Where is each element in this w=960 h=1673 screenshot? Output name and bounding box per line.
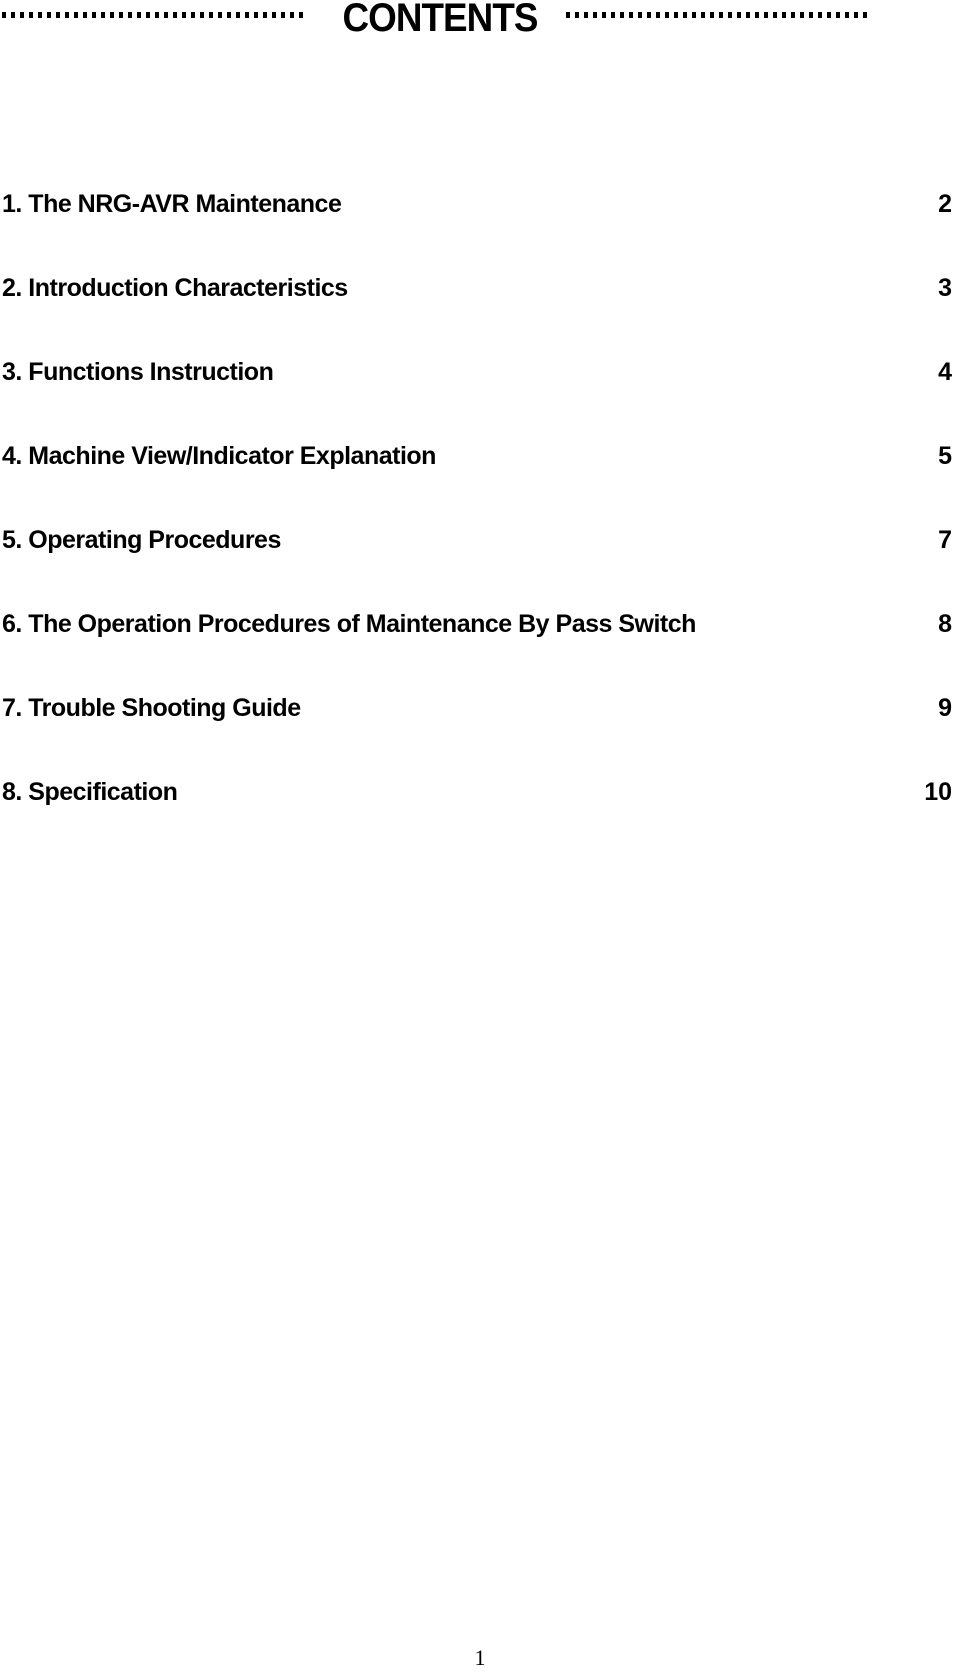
toc-entry-page: 2 [938, 190, 952, 218]
toc-entry[interactable]: 6. The Operation Procedures of Maintenan… [0, 610, 960, 694]
table-of-contents: 1. The NRG-AVR Maintenance 2 2. Introduc… [0, 190, 960, 862]
toc-entry-label: 2. Introduction Characteristics [2, 274, 348, 302]
toc-entry-label: 7. Trouble Shooting Guide [2, 694, 301, 722]
toc-entry[interactable]: 2. Introduction Characteristics 3 [0, 274, 960, 358]
toc-entry-page: 4 [938, 358, 952, 386]
toc-entry-label: 6. The Operation Procedures of Maintenan… [2, 610, 696, 638]
toc-entry-page: 7 [938, 526, 952, 554]
toc-entry[interactable]: 8. Specification 10 [0, 778, 960, 862]
toc-entry-label: 4. Machine View/Indicator Explanation [2, 442, 436, 470]
toc-entry-label: 1. The NRG-AVR Maintenance [2, 190, 342, 218]
toc-entry-page: 10 [924, 778, 952, 806]
toc-entry[interactable]: 5. Operating Procedures 7 [0, 526, 960, 610]
contents-header: CONTENTS [0, 0, 960, 50]
toc-entry[interactable]: 1. The NRG-AVR Maintenance 2 [0, 190, 960, 274]
toc-entry-page: 8 [938, 610, 952, 638]
toc-entry[interactable]: 7. Trouble Shooting Guide 9 [0, 694, 960, 778]
toc-entry-page: 9 [938, 694, 952, 722]
toc-entry-page: 5 [938, 442, 952, 470]
toc-entry-page: 3 [938, 274, 952, 302]
toc-entry-label: 8. Specification [2, 778, 178, 806]
dotted-leader-right [566, 12, 871, 18]
toc-entry[interactable]: 4. Machine View/Indicator Explanation 5 [0, 442, 960, 526]
footer-page-number: 1 [474, 1645, 486, 1670]
toc-entry-label: 3. Functions Instruction [2, 358, 274, 386]
page-title: CONTENTS [342, 0, 538, 40]
toc-entry-label: 5. Operating Procedures [2, 526, 281, 554]
toc-entry[interactable]: 3. Functions Instruction 4 [0, 358, 960, 442]
dotted-leader-left [2, 12, 306, 18]
